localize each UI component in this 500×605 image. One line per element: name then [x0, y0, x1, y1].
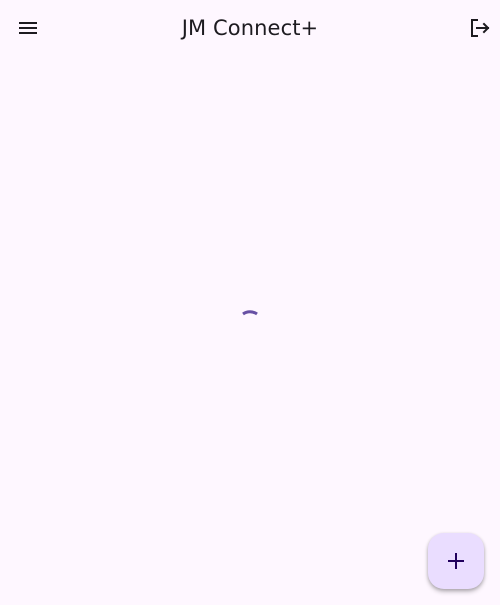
- app-screen: JM Connect+: [0, 0, 500, 605]
- logout-button[interactable]: [460, 8, 500, 48]
- loading-spinner: [242, 310, 258, 316]
- app-title: JM Connect+: [181, 16, 319, 40]
- logout-icon: [471, 19, 490, 37]
- app-bar: JM Connect+: [0, 0, 500, 56]
- plus-icon: [448, 553, 464, 569]
- hamburger-menu-icon: [19, 22, 37, 34]
- add-button[interactable]: [428, 533, 484, 589]
- menu-button[interactable]: [8, 8, 48, 48]
